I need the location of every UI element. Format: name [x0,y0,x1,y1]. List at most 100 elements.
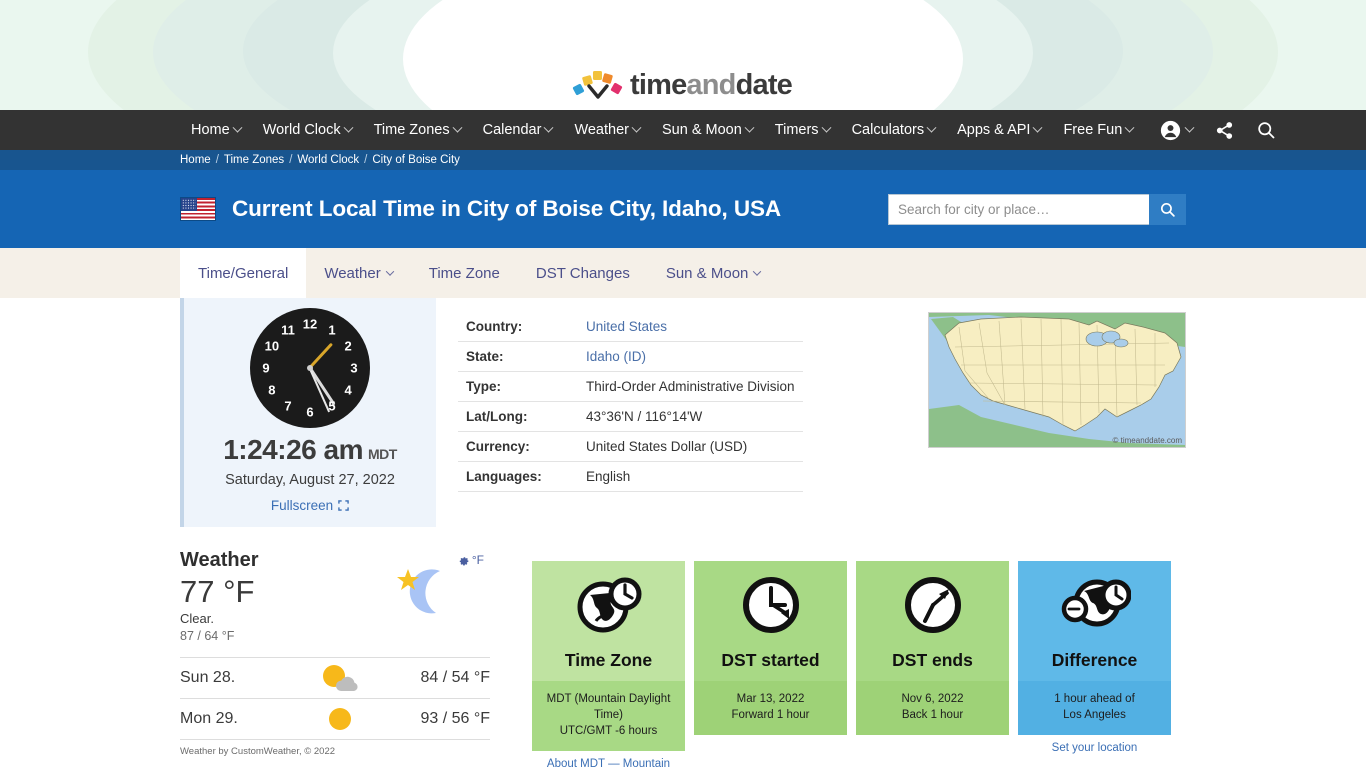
section-tabs: Time/General Weather Time Zone DST Changes S… [0,248,1366,298]
site-logo[interactable]: timeanddate [572,68,793,102]
logo-wordmark: timeanddate [630,69,793,102]
card-link[interactable]: Set your location [1018,742,1171,754]
usa-map-graphic [929,313,1185,447]
breadcrumb-item-3[interactable]: City of Boise City [372,154,460,166]
fullscreen-button[interactable]: Fullscreen [271,498,349,513]
nav-item-label: Apps & API [957,122,1031,138]
tab-weather[interactable]: Weather [306,248,410,298]
weather-forecast-row: Mon 29. 93 / 56 °F [180,699,490,740]
info-value-link[interactable]: United States [586,319,667,334]
nav-item-label: Sun & Moon [661,122,742,138]
info-card-difference[interactable]: Difference 1 hour ahead of Los Angeles Set… [1018,561,1171,768]
clock-number-8: 8 [268,382,276,398]
tab-time-zone[interactable]: Time Zone [411,248,518,298]
page-header: Current Local Time in City of Boise City… [0,170,1366,248]
main-navigation: Home World Clock Time Zones Calendar Weather… [0,110,1366,150]
card-label: DST ends [892,650,973,670]
nav-item-label: World Clock [262,122,341,138]
location-map[interactable]: © timeanddate.com [928,312,1186,448]
nav-item-calculators[interactable]: Calculators [841,110,947,150]
current-date: Saturday, August 27, 2022 [225,472,395,488]
account-icon[interactable] [1150,120,1203,141]
card-label: Time Zone [564,650,653,670]
nav-item-label: Timers [774,122,819,138]
chevron-down-icon [385,267,394,276]
globes-clock-icon [1059,575,1131,640]
search-submit-button[interactable] [1149,193,1186,225]
search-input[interactable] [888,193,1149,225]
analog-clock: 12 1 2 3 4 5 6 7 8 9 10 11 [250,308,370,428]
card-header: Time Zone [532,561,685,681]
clock-number-2: 2 [344,338,352,354]
nav-item-label: Free Fun [1063,122,1123,138]
nav-item-time-zones[interactable]: Time Zones [363,110,472,150]
us-flag-icon [180,197,216,221]
breadcrumb-separator: / [364,154,368,166]
card-body: MDT (Mountain Daylight Time) UTC/GMT -6 … [532,681,685,752]
breadcrumb-item-2[interactable]: World Clock [297,154,359,166]
info-value[interactable]: United States [578,312,803,342]
info-value: English [578,461,803,492]
info-value-link[interactable]: Idaho (ID) [586,349,646,364]
nav-item-world-clock[interactable]: World Clock [252,110,363,150]
chevron-down-icon [232,122,243,133]
info-key: Currency: [458,431,578,462]
weather-credit: Weather by CustomWeather, © 2022 [180,745,336,757]
map-credit: © timeanddate.com [1112,436,1182,445]
info-key: Country: [458,312,578,342]
breadcrumb-item-1[interactable]: Time Zones [224,154,284,166]
share-icon[interactable] [1205,121,1244,140]
chevron-down-icon [821,122,832,133]
clock-back-icon [903,575,963,640]
nav-item-apps-api[interactable]: Apps & API [946,110,1052,150]
clock-number-9: 9 [262,360,270,376]
card-body: 1 hour ahead of Los Angeles [1018,681,1171,736]
nav-item-calendar[interactable]: Calendar [472,110,564,150]
info-card-time-zone[interactable]: Time Zone MDT (Mountain Daylight Time) UT… [532,561,685,768]
tab-time-general[interactable]: Time/General [180,248,307,298]
nav-item-home[interactable]: Home [180,110,252,150]
nav-item-sun-moon[interactable]: Sun & Moon [651,110,764,150]
main-content: 12 1 2 3 4 5 6 7 8 9 10 11 1:24:26 am MDT Saturday, … [0,298,1366,768]
card-link[interactable]: About MDT — Mountain Daylight Time [532,758,685,768]
tab-sun-moon[interactable]: Sun & Moon [648,248,779,298]
nav-item-label: Weather [574,122,629,138]
forecast-temps: 84 / 54 °F [420,668,490,686]
card-label: Difference [1051,650,1138,670]
fullscreen-label: Fullscreen [270,498,334,513]
timezone-abbreviation: MDT [367,446,397,462]
city-search [888,193,1186,225]
weather-forecast-row: Sun 28. 84 / 54 °F [180,658,490,699]
gear-icon [459,557,469,566]
tab-label: Sun & Moon [665,264,749,282]
tab-label: DST Changes [535,264,630,282]
info-row: Lat/Long: 43°36'N / 116°14'W [458,401,803,432]
tab-label: Weather [324,264,381,282]
info-card-dst-ends[interactable]: DST ends Nov 6, 2022 Back 1 hour [856,561,1009,768]
chevron-down-icon [753,267,762,276]
globe-clock-icon [576,575,642,640]
clock-number-4: 4 [344,382,352,398]
nav-item-timers[interactable]: Timers [764,110,841,150]
breadcrumb-item-0[interactable]: Home [180,154,211,166]
weather-unit-toggle[interactable]: °F [458,553,484,567]
search-icon[interactable] [1246,120,1286,140]
clock-number-10: 10 [264,338,280,354]
tab-label: Time Zone [428,264,500,282]
timeanddate-logo-icon [572,68,624,102]
nav-item-free-fun[interactable]: Free Fun [1052,110,1144,150]
weather-widget: °F Weather 77 °F Clear. 87 / 64 °F Sun 2… [180,549,490,757]
tab-dst-changes[interactable]: DST Changes [518,248,648,298]
sun-cloud-icon [305,663,375,693]
forecast-day: Sun 28. [180,668,236,686]
info-value[interactable]: Idaho (ID) [578,341,803,372]
clock-number-7: 7 [284,398,292,414]
nav-item-label: Home [191,122,230,138]
info-card-dst-started[interactable]: DST started Mar 13, 2022 Forward 1 hour [694,561,847,768]
tab-label: Time/General [198,264,289,282]
nav-item-weather[interactable]: Weather [563,110,651,150]
chevron-down-icon [744,122,755,133]
clock-number-3: 3 [350,360,358,376]
card-header: Difference [1018,561,1171,681]
info-key: Lat/Long: [458,401,578,432]
